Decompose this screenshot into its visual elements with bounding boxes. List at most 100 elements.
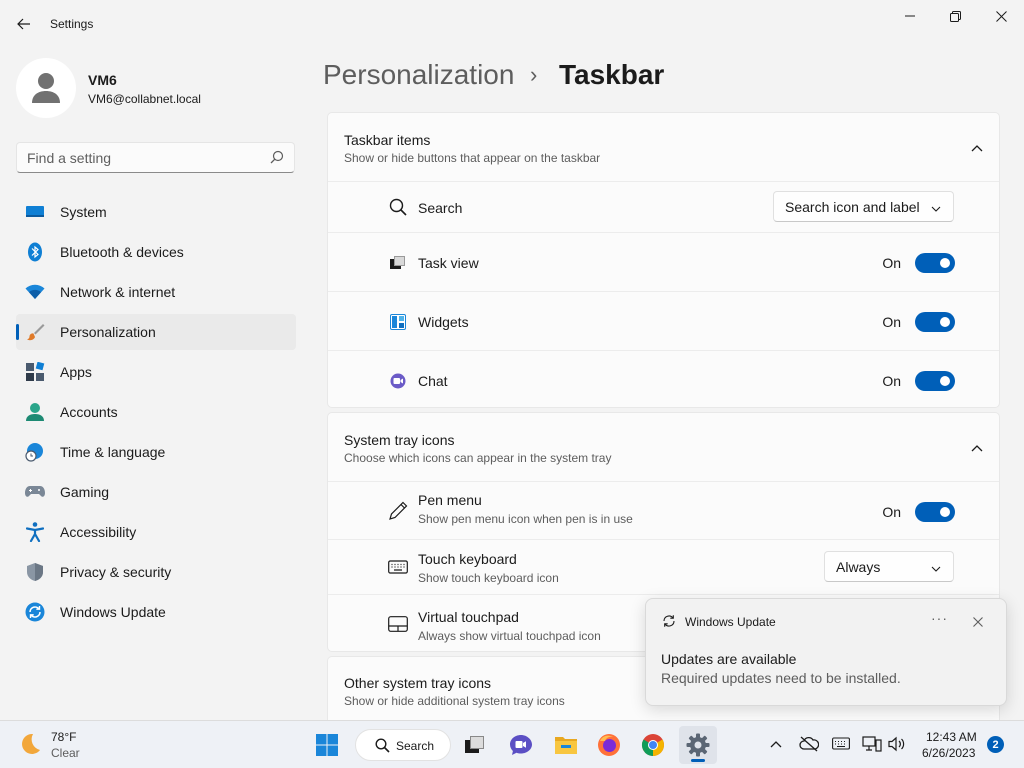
page-title: Taskbar [559,59,665,90]
more-options-button[interactable]: ··· [931,610,948,626]
setting-row-touch-keyboard: Touch keyboard Show touch keyboard icon … [328,539,999,594]
gamepad-icon [25,482,45,502]
wifi-icon [25,282,45,302]
chevron-down-icon [931,201,941,217]
touchpad-icon [388,614,408,634]
setting-row-task-view: Task view On [328,232,999,291]
back-button[interactable] [10,10,38,38]
onedrive-offline-icon[interactable] [799,736,820,757]
task-view-toggle[interactable] [915,253,955,273]
firefox-icon [598,734,620,756]
taskbar-items-header[interactable]: Taskbar items Show or hide buttons that … [328,113,999,181]
chevron-up-icon[interactable] [770,736,782,757]
taskbar-search[interactable]: Search [355,729,451,761]
search-icon[interactable] [270,150,284,169]
setting-row-chat: Chat On [328,350,999,409]
weather-description[interactable]: Clear [51,746,80,760]
settings-window: Settings VM6 VM6@collabnet.local System [0,0,1024,720]
file-explorer-button[interactable] [547,726,585,764]
touch-keyboard-dropdown[interactable]: Always [824,551,954,582]
sidebar-item-windows-update[interactable]: Windows Update [16,594,296,630]
clock-date[interactable]: 6/26/2023 [922,746,975,760]
close-button[interactable] [978,2,1024,30]
section-subtitle: Choose which icons can appear in the sys… [344,451,612,465]
pen-icon [388,501,408,521]
notification-badge[interactable]: 2 [987,736,1004,753]
sidebar-item-network[interactable]: Network & internet [16,274,296,310]
restore-icon [949,10,961,22]
sidebar-item-accessibility[interactable]: Accessibility [16,514,296,550]
apps-icon [25,362,45,382]
title-bar: Settings [0,0,1024,48]
sidebar-item-personalization[interactable]: Personalization [16,314,296,350]
keyboard-icon[interactable] [832,736,850,757]
find-setting-box [16,142,295,173]
chat-icon [388,371,408,391]
weather-temperature[interactable]: 78°F [51,730,76,744]
sidebar-item-privacy[interactable]: Privacy & security [16,554,296,590]
minimize-button[interactable] [887,2,933,30]
firefox-button[interactable] [590,726,628,764]
globe-clock-icon [25,442,45,462]
sidebar-item-time-language[interactable]: Time & language [16,434,296,470]
sidebar-item-accounts[interactable]: Accounts [16,394,296,430]
chat-toggle[interactable] [915,371,955,391]
sidebar-item-gaming[interactable]: Gaming [16,474,296,510]
gear-icon [686,733,710,757]
taskbar-items-card: Taskbar items Show or hide buttons that … [327,112,1000,408]
shield-icon [25,562,45,582]
avatar[interactable] [16,58,76,118]
clock-time[interactable]: 12:43 AM [926,730,977,744]
notification-body: Required updates need to be installed. [661,670,901,686]
keyboard-icon [388,557,408,577]
close-icon [995,10,1007,22]
widgets-icon [388,312,408,332]
setting-row-search: Search Search icon and label [328,181,999,232]
sidebar-item-apps[interactable]: Apps [16,354,296,390]
user-name: VM6 [88,72,117,88]
section-title: Other system tray icons [344,675,492,691]
chat-icon [510,735,532,755]
breadcrumb-separator: › [530,62,538,87]
section-title: System tray icons [344,432,455,448]
accounts-icon [25,402,45,422]
search-icon [375,738,390,758]
settings-button[interactable] [679,726,717,764]
task-view-button[interactable] [456,726,494,764]
sidebar-nav: System Bluetooth & devices Network & int… [16,194,296,634]
chevron-up-icon[interactable] [971,439,983,457]
notification-app-name: Windows Update [685,615,776,629]
search-mode-dropdown[interactable]: Search icon and label [773,191,954,222]
sidebar-item-bluetooth[interactable]: Bluetooth & devices [16,234,296,270]
setting-row-widgets: Widgets On [328,291,999,350]
network-icon[interactable] [862,736,882,757]
taskbar: 78°F Clear Search 12:43 AM 6/26/2023 2 [0,720,1024,768]
sidebar-item-system[interactable]: System [16,194,296,230]
update-icon [25,602,45,622]
widgets-toggle[interactable] [915,312,955,332]
refresh-icon [662,614,676,633]
volume-icon[interactable] [888,736,906,757]
chrome-button[interactable] [634,726,672,764]
accessibility-icon [25,522,45,542]
folder-icon [555,737,577,754]
pen-menu-toggle[interactable] [915,502,955,522]
chat-button[interactable] [502,726,540,764]
chrome-icon [642,734,664,756]
section-title: Taskbar items [344,132,431,148]
start-button[interactable] [308,726,346,764]
chevron-down-icon [931,561,941,577]
update-notification[interactable]: Windows Update ··· Updates are available… [645,598,1007,706]
system-tray-header[interactable]: System tray icons Choose which icons can… [328,413,999,481]
breadcrumb-parent[interactable]: Personalization [323,59,514,91]
chevron-up-icon[interactable] [971,139,983,157]
windows-logo-icon [316,734,338,756]
restore-button[interactable] [932,2,978,30]
moon-icon[interactable] [18,732,42,761]
find-setting-input[interactable] [17,143,257,172]
task-view-icon [465,736,484,753]
system-icon [25,202,45,222]
section-subtitle: Show or hide additional system tray icon… [344,694,565,708]
app-title: Settings [50,17,94,31]
close-icon[interactable] [973,614,983,632]
